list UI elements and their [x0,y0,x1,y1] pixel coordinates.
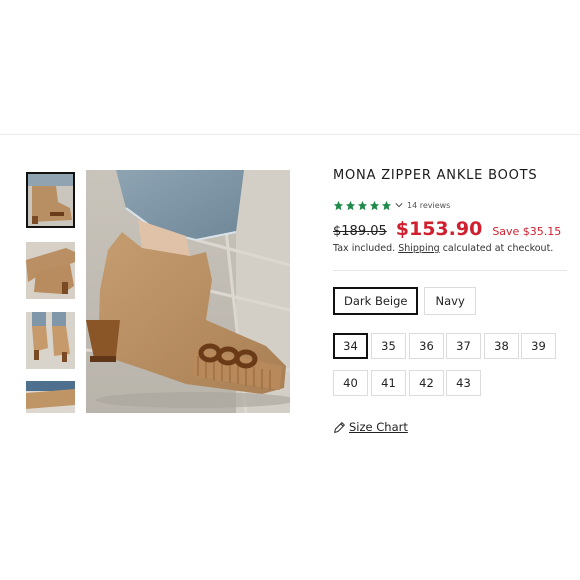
price-block: $189.05 $153.90 Save $35.15 [333,218,561,240]
tax-suffix: calculated at checkout. [442,243,554,254]
color-option-navy[interactable]: Navy [424,287,476,315]
size-option-37[interactable]: 37 [446,333,481,359]
compare-at-price: $189.05 [333,224,387,239]
shipping-link[interactable]: Shipping [398,243,439,254]
star-icon [333,200,344,210]
rating-summary[interactable]: 14 reviews [333,198,450,212]
color-selector: Dark Beige Navy [333,287,476,315]
size-option-40[interactable]: 40 [333,370,368,396]
size-chart-label[interactable]: Size Chart [349,420,408,434]
star-rating [333,200,392,211]
size-option-42[interactable]: 42 [409,370,444,396]
size-option-34[interactable]: 34 [333,333,368,359]
gallery-thumbnail-3[interactable] [26,312,75,369]
star-icon [345,200,356,210]
size-option-41[interactable]: 41 [371,370,406,396]
savings-label: Save $35.15 [492,225,562,238]
star-icon [357,200,368,210]
star-icon [381,200,392,210]
ruler-pencil-icon [334,421,345,433]
size-chart-link[interactable]: Size Chart [333,420,408,434]
size-option-38[interactable]: 38 [484,333,519,359]
gallery-thumbnail-4[interactable] [26,381,75,413]
color-option-dark-beige[interactable]: Dark Beige [333,287,419,315]
size-option-43[interactable]: 43 [446,370,481,396]
sale-price: $153.90 [395,218,483,240]
chevron-down-icon[interactable] [395,201,403,209]
product-title: MONA ZIPPER ANKLE BOOTS [333,168,538,183]
main-product-image[interactable] [86,170,290,413]
size-option-35[interactable]: 35 [371,333,406,359]
header-divider [0,134,580,135]
size-option-36[interactable]: 36 [409,333,444,359]
review-count[interactable]: 14 reviews [407,201,450,210]
size-option-39[interactable]: 39 [521,333,556,359]
info-divider [333,270,567,271]
star-icon [369,200,380,210]
tax-prefix: Tax included. [333,243,396,254]
gallery-thumbnail-1[interactable] [26,172,75,228]
tax-notice: Tax included. Shipping calculated at che… [333,243,553,254]
gallery-thumbnail-2[interactable] [26,242,75,299]
